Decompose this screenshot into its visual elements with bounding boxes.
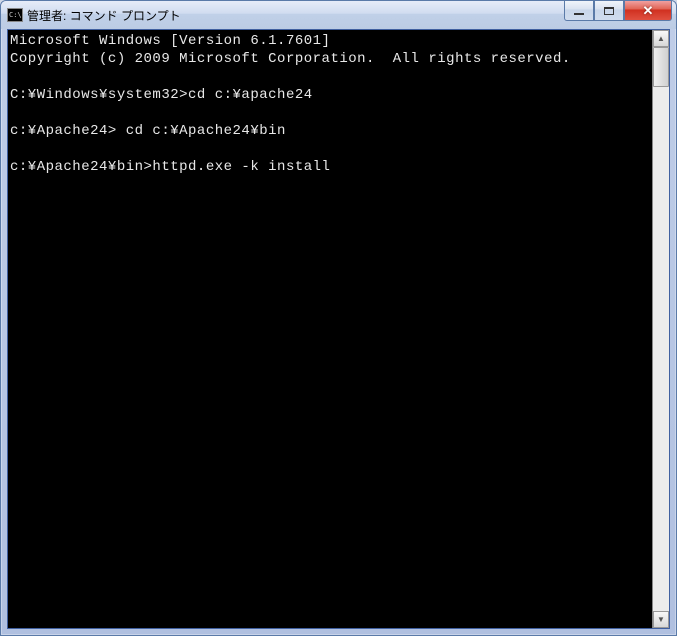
minimize-icon bbox=[574, 13, 584, 15]
titlebar[interactable]: C:\ 管理者: コマンド プロンプト ✕ bbox=[1, 1, 676, 29]
scroll-up-button[interactable]: ▲ bbox=[653, 30, 669, 47]
console-line: c:¥Apache24¥bin>httpd.exe -k install bbox=[10, 158, 650, 176]
console-line bbox=[10, 68, 650, 86]
window-controls: ✕ bbox=[564, 1, 672, 21]
client-area: Microsoft Windows [Version 6.1.7601]Copy… bbox=[7, 29, 670, 629]
maximize-button[interactable] bbox=[594, 1, 624, 21]
console-line: C:¥Windows¥system32>cd c:¥apache24 bbox=[10, 86, 650, 104]
console-line: Microsoft Windows [Version 6.1.7601] bbox=[10, 32, 650, 50]
command-prompt-window: C:\ 管理者: コマンド プロンプト ✕ Microsoft Windows … bbox=[0, 0, 677, 636]
scroll-down-button[interactable]: ▼ bbox=[653, 611, 669, 628]
close-icon: ✕ bbox=[643, 3, 654, 19]
minimize-button[interactable] bbox=[564, 1, 594, 21]
console-output[interactable]: Microsoft Windows [Version 6.1.7601]Copy… bbox=[8, 30, 652, 628]
scroll-track[interactable] bbox=[653, 47, 669, 611]
app-icon-text: C:\ bbox=[9, 12, 22, 19]
close-button[interactable]: ✕ bbox=[624, 1, 672, 21]
console-line bbox=[10, 104, 650, 122]
console-line: Copyright (c) 2009 Microsoft Corporation… bbox=[10, 50, 650, 68]
app-icon: C:\ bbox=[7, 8, 23, 22]
scroll-thumb[interactable] bbox=[653, 47, 669, 87]
console-line bbox=[10, 140, 650, 158]
console-line: c:¥Apache24> cd c:¥Apache24¥bin bbox=[10, 122, 650, 140]
maximize-icon bbox=[604, 7, 614, 15]
vertical-scrollbar[interactable]: ▲ ▼ bbox=[652, 30, 669, 628]
